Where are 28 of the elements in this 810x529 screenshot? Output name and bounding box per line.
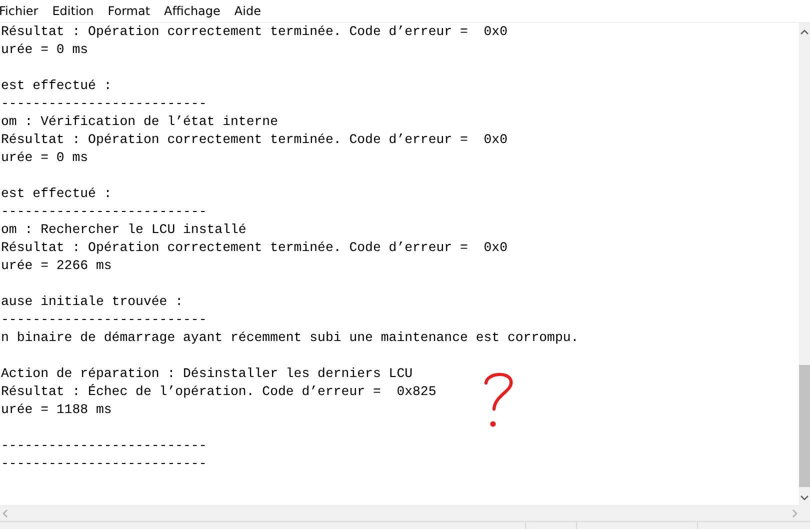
menu-item[interactable]: Affichage (164, 4, 228, 18)
text-line: urée = 0 ms (1, 41, 88, 59)
menu-item[interactable]: Edition (52, 4, 102, 18)
text-line: urée = 1188 ms (1, 401, 112, 419)
menu-item[interactable]: Fichier (0, 4, 46, 18)
text-line: -------------------------- (1, 455, 207, 473)
text-line: -------------------------- (1, 311, 207, 329)
text-line: urée = 2266 ms (1, 257, 112, 275)
text-line: urée = 0 ms (1, 149, 88, 167)
scrollbar-thumb[interactable] (799, 365, 810, 487)
text-line: n binaire de démarrage ayant récemment subi une maintenance est corrompu. (1, 329, 579, 347)
text-line: ause initiale trouvée : (1, 293, 184, 311)
text-line: Action de réparation : Désinstaller les derniers LCU (1, 365, 413, 383)
horizontal-scrollbar[interactable] (0, 505, 810, 522)
text-line: Résultat : Échec de l’opération. Code d’erreur = 0x825 (1, 383, 436, 401)
text-line: -------------------------- (1, 437, 207, 455)
text-line: Résultat : Opération correctement terminée. Code d’erreur = 0x0 (1, 239, 508, 257)
menu-item[interactable]: Aide (234, 4, 269, 18)
text-line: -------------------------- (1, 203, 207, 221)
text-line: Résultat : Opération correctement terminée. Code d’erreur = 0x0 (1, 23, 508, 41)
text-line: est effectué : (1, 185, 112, 203)
text-line: est effectué : (1, 77, 112, 95)
text-line: -------------------------- (1, 95, 207, 113)
text-line: om : Rechercher le LCU installé (1, 221, 246, 239)
vertical-scrollbar[interactable] (799, 23, 810, 505)
menu-item[interactable]: Format (108, 4, 158, 18)
text-line: om : Vérification de l’état interne (1, 113, 278, 131)
text-line: Résultat : Opération correctement terminée. Code d’erreur = 0x0 (1, 131, 508, 149)
